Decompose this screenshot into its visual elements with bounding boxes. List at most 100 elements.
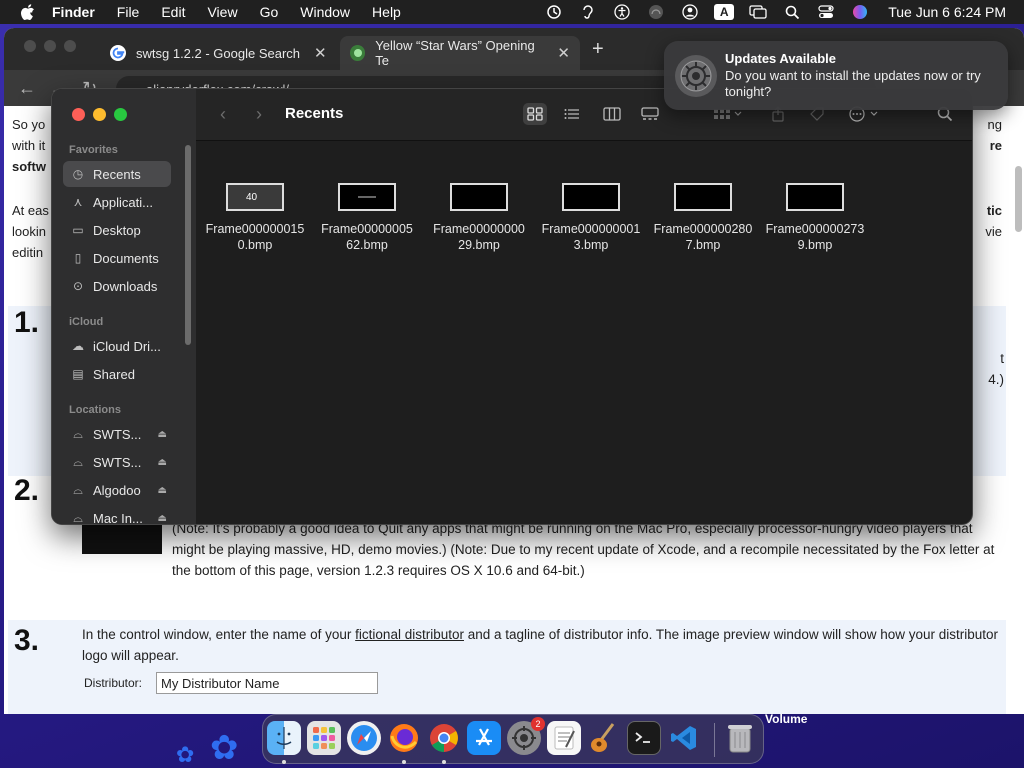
- menu-app-finder[interactable]: Finder: [52, 4, 95, 20]
- finder-close-button[interactable]: [72, 108, 85, 121]
- eject-icon[interactable]: ⏏: [158, 513, 167, 524]
- new-tab-plus-icon[interactable]: +: [592, 38, 604, 61]
- file-name-line: Frame000000280: [653, 222, 753, 236]
- app-store-icon[interactable]: [467, 721, 501, 755]
- menu-file[interactable]: File: [117, 4, 140, 20]
- site-favicon-icon: [350, 45, 366, 61]
- browser-zoom-button[interactable]: [64, 40, 76, 52]
- file-item[interactable]: 40 Frame000000015 0.bmp: [200, 183, 310, 253]
- sidebar-item-label: Documents: [93, 250, 159, 266]
- drive-icon: ⌓: [73, 482, 83, 497]
- file-item[interactable]: Frame000000273 9.bmp: [760, 183, 870, 253]
- screen-mirroring-icon[interactable]: [748, 3, 768, 21]
- sidebar-item-icloud-drive[interactable]: ☁ iCloud Dri...: [63, 333, 171, 359]
- updates-notification[interactable]: Updates Available Do you want to install…: [664, 41, 1008, 110]
- finder-icon[interactable]: [267, 721, 301, 755]
- sidebar-item-volume[interactable]: ⌓ SWTS... ⏏: [63, 421, 171, 447]
- file-item[interactable]: Frame000000001 3.bmp: [536, 183, 646, 253]
- back-arrow-icon[interactable]: ←: [18, 78, 36, 99]
- list-view-icon[interactable]: [560, 103, 584, 125]
- safari-icon[interactable]: [347, 721, 381, 755]
- menu-edit[interactable]: Edit: [161, 4, 185, 20]
- cloud-icon: ☁: [72, 339, 84, 353]
- drive-icon: ⌓: [73, 426, 83, 441]
- finder-minimize-button[interactable]: [93, 108, 106, 121]
- forward-chevron-icon[interactable]: ›: [256, 104, 262, 125]
- desktop-volume-label[interactable]: Volume: [765, 712, 807, 726]
- user-account-icon[interactable]: [680, 3, 700, 21]
- sidebar-item-volume[interactable]: ⌓ SWTS... ⏏: [63, 449, 171, 475]
- system-settings-icon[interactable]: 2: [507, 717, 545, 755]
- menu-go[interactable]: Go: [260, 4, 279, 20]
- textedit-icon[interactable]: [547, 721, 581, 755]
- eject-icon[interactable]: ⏏: [158, 429, 167, 440]
- file-item[interactable]: Frame000000280 7.bmp: [648, 183, 758, 253]
- time-machine-icon[interactable]: [544, 3, 564, 21]
- vscode-icon[interactable]: [667, 721, 701, 755]
- finder-zoom-button[interactable]: [114, 108, 127, 121]
- menu-window[interactable]: Window: [300, 4, 350, 20]
- terminal-icon[interactable]: [627, 721, 661, 755]
- bmp-file-thumbnail: [674, 183, 732, 211]
- step-2-text: (Note: It’s probably a good idea to Quit…: [172, 521, 995, 578]
- tab-title: swtsg 1.2.2 - Google Search: [136, 45, 301, 61]
- accessibility-icon[interactable]: [612, 3, 632, 21]
- file-name-line: 9.bmp: [797, 238, 833, 252]
- file-item[interactable]: Frame00000005 62.bmp: [312, 183, 422, 253]
- sidebar-item-shared[interactable]: ▤ Shared: [63, 361, 171, 387]
- sidebar-item-documents[interactable]: ▯ Documents: [63, 245, 171, 271]
- sidebar-item-label: Downloads: [93, 278, 158, 294]
- input-source-indicator[interactable]: A: [714, 3, 735, 21]
- airdrop-icon[interactable]: [646, 3, 666, 21]
- sidebar-scrollbar[interactable]: [185, 145, 191, 345]
- menu-bar-clock[interactable]: Tue Jun 6 6:24 PM: [888, 4, 1006, 20]
- icon-view-icon[interactable]: [523, 103, 547, 125]
- download-icon: ⊙: [72, 279, 84, 293]
- eject-icon[interactable]: ⏏: [158, 485, 167, 496]
- eject-icon[interactable]: ⏏: [158, 457, 167, 468]
- tab-close-icon[interactable]: ✕: [314, 44, 327, 62]
- chrome-icon[interactable]: [427, 721, 461, 755]
- distributor-name-field[interactable]: My Distributor Name: [156, 672, 378, 694]
- menu-view[interactable]: View: [207, 4, 237, 20]
- browser-close-button[interactable]: [24, 40, 36, 52]
- spotlight-search-icon[interactable]: [782, 3, 802, 21]
- sidebar-item-label: Desktop: [93, 222, 141, 238]
- gallery-view-icon[interactable]: [638, 103, 662, 125]
- control-center-icon[interactable]: [816, 3, 836, 21]
- browser-tab-google-search[interactable]: swtsg 1.2.2 - Google Search ✕: [100, 36, 340, 70]
- launchpad-icon[interactable]: [307, 721, 341, 755]
- garageband-icon[interactable]: [587, 721, 621, 755]
- sidebar-item-volume[interactable]: ⌓ Algodoo ⏏: [63, 477, 171, 503]
- clock-icon: ◷: [72, 167, 84, 181]
- sidebar-item-label: Shared: [93, 366, 135, 382]
- sidebar-item-label: Algodoo: [93, 482, 141, 498]
- sidebar-item-downloads[interactable]: ⊙ Downloads: [63, 273, 171, 299]
- hearing-icon[interactable]: [578, 3, 598, 21]
- sidebar-item-desktop[interactable]: ▭ Desktop: [63, 217, 171, 243]
- system-settings-gear-icon: [675, 55, 717, 97]
- file-item[interactable]: Frame00000000 29.bmp: [424, 183, 534, 253]
- sidebar-item-label: Applicati...: [93, 194, 153, 210]
- page-scrollbar[interactable]: [1015, 166, 1022, 232]
- sidebar-item-volume[interactable]: ⌓ Mac In... ⏏: [63, 505, 171, 525]
- back-chevron-icon[interactable]: ‹: [220, 104, 226, 125]
- fictional-distributor-link[interactable]: fictional distributor: [355, 627, 464, 642]
- para-text: 4.): [988, 372, 1004, 387]
- applications-icon: ⋏: [73, 195, 83, 209]
- browser-tab-star-wars-crawl[interactable]: Yellow “Star Wars” Opening Te ✕: [340, 36, 580, 70]
- apple-logo-icon[interactable]: [18, 2, 38, 22]
- firefox-icon[interactable]: [387, 721, 421, 755]
- file-name-line: Frame000000015: [205, 222, 305, 236]
- sidebar-item-applications[interactable]: ⋏ Applicati...: [63, 189, 171, 215]
- drive-icon: ⌓: [73, 510, 83, 525]
- trash-icon[interactable]: [723, 721, 757, 755]
- column-view-icon[interactable]: [600, 103, 624, 125]
- menu-help[interactable]: Help: [372, 4, 401, 20]
- browser-minimize-button[interactable]: [44, 40, 56, 52]
- tab-close-icon[interactable]: ✕: [557, 44, 570, 62]
- siri-icon[interactable]: [850, 3, 870, 21]
- sidebar-heading-locations: Locations: [69, 404, 121, 416]
- para-text: t: [1000, 351, 1004, 366]
- sidebar-item-recents[interactable]: ◷ Recents: [63, 161, 171, 187]
